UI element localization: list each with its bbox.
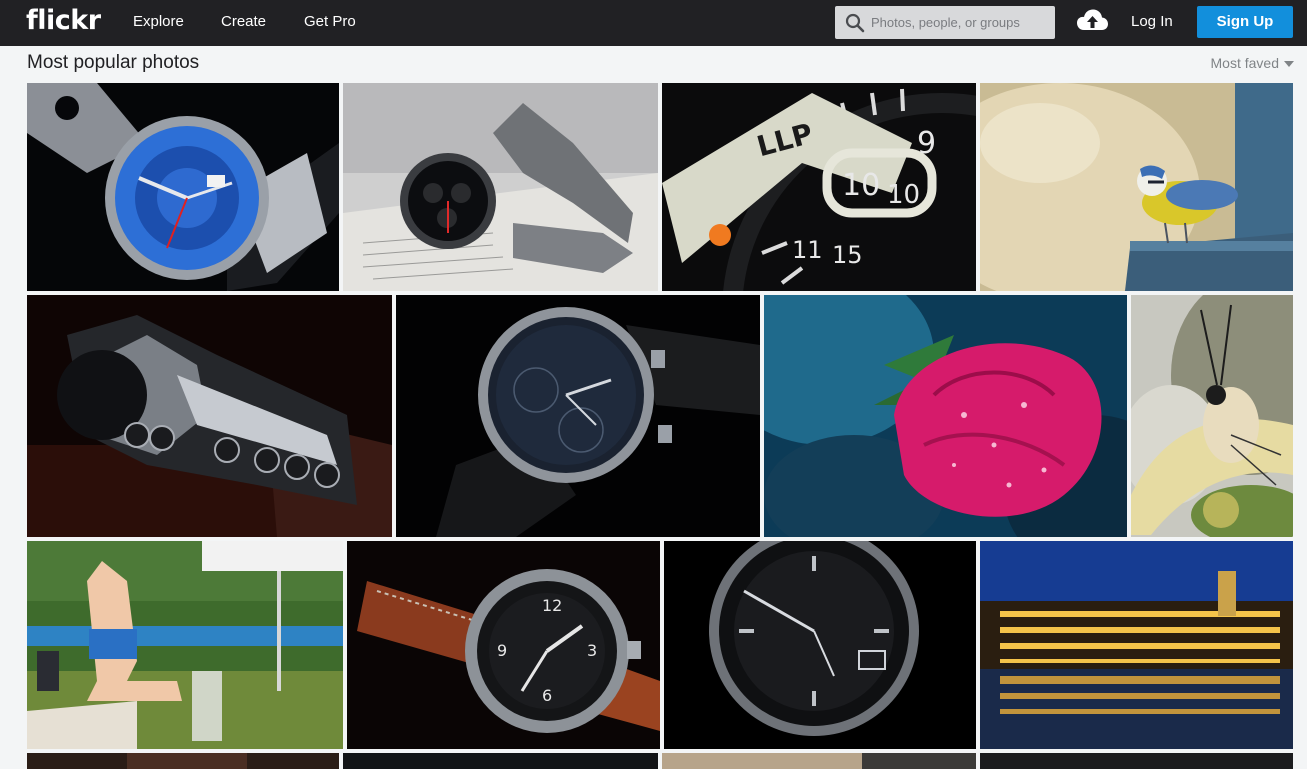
flickr-logo[interactable]: flickr <box>26 5 101 36</box>
photo-tile[interactable]: 10 10 9 11 15 LLP <box>662 83 976 291</box>
sort-dropdown-label: Most faved <box>1210 55 1279 71</box>
photo-tile[interactable] <box>27 753 339 769</box>
svg-text:12: 12 <box>542 596 562 615</box>
svg-text:15: 15 <box>832 241 863 269</box>
top-navigation-bar: flickr Explore Create Get Pro Log In Sig… <box>0 0 1307 46</box>
photo-tile[interactable] <box>662 753 976 769</box>
photo-tile[interactable] <box>980 541 1293 749</box>
search-box <box>835 6 1055 39</box>
photo-tile[interactable] <box>1131 295 1293 537</box>
login-link[interactable]: Log In <box>1131 13 1173 30</box>
search-input[interactable] <box>871 6 1051 39</box>
svg-text:9: 9 <box>497 641 507 660</box>
photo-tile[interactable] <box>980 753 1293 769</box>
nav-explore[interactable]: Explore <box>133 13 184 30</box>
photo-tile[interactable] <box>27 83 339 291</box>
photo-tile[interactable] <box>980 83 1293 291</box>
svg-text:6: 6 <box>542 686 552 705</box>
photo-tile[interactable]: 12 3 6 9 <box>347 541 660 749</box>
page-title: Most popular photos <box>27 52 200 73</box>
photo-tile[interactable] <box>396 295 760 537</box>
sign-up-button[interactable]: Sign Up <box>1197 6 1293 38</box>
photo-tile[interactable] <box>343 753 658 769</box>
svg-text:9: 9 <box>917 126 936 161</box>
photo-tile[interactable] <box>664 541 976 749</box>
cloud-upload-icon[interactable] <box>1076 8 1109 34</box>
photo-tile[interactable] <box>27 295 392 537</box>
photo-tile[interactable] <box>343 83 658 291</box>
photo-tile[interactable] <box>764 295 1127 537</box>
sort-dropdown[interactable]: Most faved <box>1211 55 1294 71</box>
nav-get-pro[interactable]: Get Pro <box>304 13 356 30</box>
svg-text:3: 3 <box>587 641 597 660</box>
nav-create[interactable]: Create <box>221 13 266 30</box>
caret-down-icon <box>1284 60 1294 67</box>
svg-text:10: 10 <box>842 168 880 203</box>
search-icon[interactable] <box>845 13 865 33</box>
photo-tile[interactable] <box>27 541 343 749</box>
svg-text:10: 10 <box>887 180 920 210</box>
svg-text:11: 11 <box>792 236 823 264</box>
